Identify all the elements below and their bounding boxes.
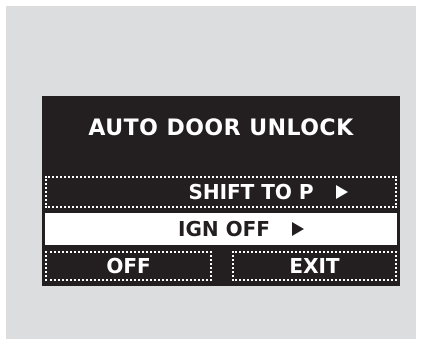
option-shift-to-p[interactable]: SHIFT TO P <box>45 176 397 208</box>
off-button[interactable]: OFF <box>45 251 212 281</box>
exit-button[interactable]: EXIT <box>232 251 397 281</box>
option-ign-off[interactable]: IGN OFF <box>45 213 397 245</box>
display-screen: AUTO DOOR UNLOCK SHIFT TO P IGN OFF OFF … <box>42 96 400 286</box>
option-label: SHIFT TO P <box>188 180 314 204</box>
page-title: AUTO DOOR UNLOCK <box>88 116 354 141</box>
exit-label: EXIT <box>289 254 340 278</box>
gray-panel: AUTO DOOR UNLOCK SHIFT TO P IGN OFF OFF … <box>6 6 416 339</box>
right-arrow-icon <box>291 222 304 236</box>
option-label: IGN OFF <box>178 217 270 241</box>
right-arrow-icon <box>335 185 348 199</box>
off-label: OFF <box>106 254 151 278</box>
